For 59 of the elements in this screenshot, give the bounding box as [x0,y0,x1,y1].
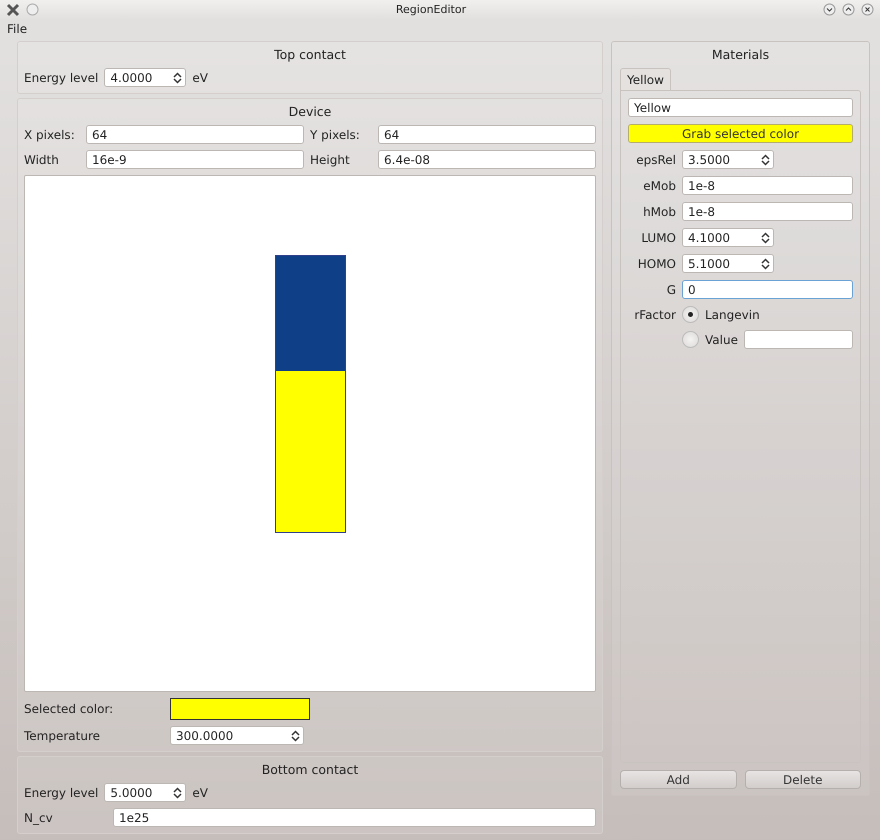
energy-spinbox[interactable]: 4.0000 [104,68,186,87]
field-label: Y pixels: [310,128,361,142]
field-label: Energy level [24,786,98,800]
input-field[interactable]: 1e-8 [682,202,853,221]
unit-label: eV [192,70,208,84]
menu-item[interactable]: File [7,22,28,36]
spin-arrows-icon[interactable] [173,786,182,798]
action-button[interactable]: Delete [744,770,861,789]
input-field[interactable]: 6.4e-08 [378,150,596,169]
input-field[interactable]: 64 [86,125,304,144]
field-label: Energy level [24,70,98,84]
unit-label: eV [192,786,208,800]
input-field[interactable]: 64 [378,125,596,144]
spin-arrows-icon[interactable] [761,258,770,270]
spin-arrows-icon[interactable] [291,730,300,742]
action-button[interactable]: Add [620,770,736,789]
group-title: Device [288,104,332,119]
group-title: Materials [712,47,770,62]
group-title: Bottom contact [262,762,358,777]
device-canvas[interactable] [24,175,596,692]
field-label: LUMO [640,230,676,244]
radio-label: Langevin [705,308,760,322]
input-field[interactable]: 1e-8 [682,176,853,195]
spinbox[interactable]: 5.1000 [682,254,774,273]
field-label: hMob [642,204,676,218]
field-label: X pixels: [24,128,76,142]
maximize-icon[interactable] [842,3,855,16]
window-title: RegionEditor [396,3,466,16]
input-field[interactable]: 16e-9 [86,150,304,169]
field-label: Temperature [24,728,102,742]
temperature-spinbox[interactable]: 300.0000 [170,726,304,745]
field-label: Width [24,152,60,166]
radio-label: Value [705,332,738,346]
spin-arrows-icon[interactable] [761,154,770,166]
radio-button[interactable] [682,306,699,323]
group-title: Top contact [274,47,346,62]
field-label: Selected color: [24,702,114,716]
input-field[interactable] [744,330,853,349]
field-label: rFactor [633,308,676,322]
input-field[interactable]: 1e25 [113,808,596,827]
field-label: eMob [642,178,676,192]
spin-arrows-icon[interactable] [761,232,770,244]
spinbox[interactable]: 4.1000 [682,228,774,247]
spin-arrows-icon[interactable] [173,72,182,84]
close-icon[interactable] [861,3,874,16]
input-field[interactable]: 0 [682,280,853,299]
minimize-icon[interactable] [823,3,836,16]
name-field[interactable]: Yellow [628,98,853,117]
energy-spinbox[interactable]: 5.0000 [104,783,186,802]
tab[interactable]: Yellow [620,68,671,90]
field-label: G [666,282,676,296]
field-label: HOMO [636,256,676,270]
app-icon [6,2,20,16]
field-label: epsRel [635,152,676,166]
grab-color-button[interactable]: Grab selected color [628,124,853,143]
field-label: Height [310,152,351,166]
radio-button[interactable] [682,331,699,348]
field-label: N_cv [24,810,54,824]
spinbox[interactable]: 3.5000 [682,150,774,169]
